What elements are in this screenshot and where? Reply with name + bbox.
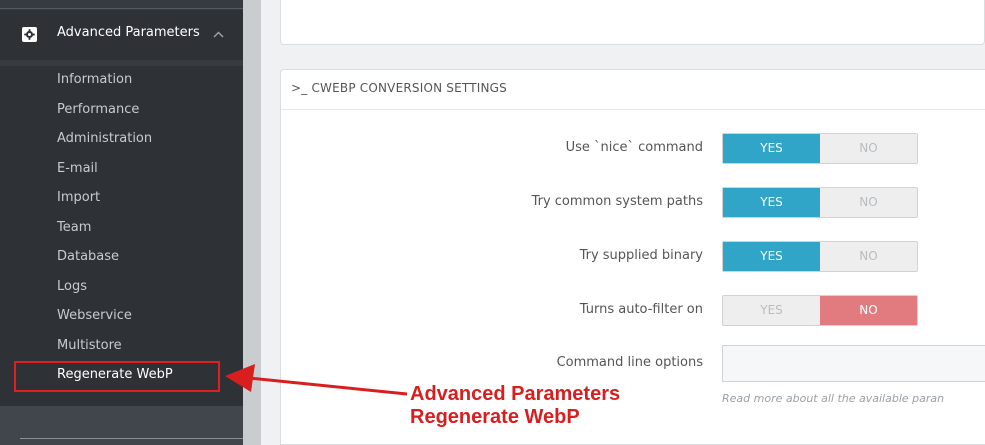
sidebar-item-e-mail[interactable]: E-mail bbox=[57, 161, 98, 176]
auto-filter-yes-option[interactable]: YES bbox=[723, 296, 820, 325]
panel-title: >_ CWEBP CONVERSION SETTINGS bbox=[291, 81, 507, 95]
chevron-up-icon[interactable] bbox=[213, 31, 224, 38]
field-label-supplied-binary: Try supplied binary bbox=[579, 248, 703, 263]
sidebar-item-database[interactable]: Database bbox=[57, 249, 119, 264]
sidebar-section-title: Advanced Parameters bbox=[57, 25, 200, 40]
gear-icon bbox=[22, 27, 37, 42]
common-paths-yes-option[interactable]: YES bbox=[723, 188, 820, 217]
auto-filter-no-option[interactable]: NO bbox=[820, 296, 917, 325]
command-line-help-text: Read more about all the available paran bbox=[722, 392, 945, 405]
field-label-common-paths: Try common system paths bbox=[531, 194, 703, 209]
sidebar-item-multistore[interactable]: Multistore bbox=[57, 338, 122, 353]
panel-heading: >_ CWEBP CONVERSION SETTINGS bbox=[281, 70, 985, 110]
common-paths-toggle[interactable]: YES NO bbox=[722, 187, 918, 218]
supplied-binary-yes-option[interactable]: YES bbox=[723, 242, 820, 271]
sidebar-item-webservice[interactable]: Webservice bbox=[57, 308, 132, 323]
sidebar-item-logs[interactable]: Logs bbox=[57, 279, 87, 294]
supplied-binary-toggle[interactable]: YES NO bbox=[722, 241, 918, 272]
sidebar-footer bbox=[0, 406, 243, 445]
sidebar-submenu bbox=[0, 66, 243, 406]
sidebar-section-advanced-parameters[interactable]: Advanced Parameters bbox=[0, 10, 243, 60]
sidebar-item-information[interactable]: Information bbox=[57, 72, 132, 87]
use-nice-no-option[interactable]: NO bbox=[820, 134, 917, 163]
annotation-line-1: Advanced Parameters bbox=[410, 383, 621, 405]
sidebar-item-administration[interactable]: Administration bbox=[57, 131, 152, 146]
use-nice-toggle[interactable]: YES NO bbox=[722, 133, 918, 164]
sidebar-item-performance[interactable]: Performance bbox=[57, 102, 139, 117]
auto-filter-toggle[interactable]: YES NO bbox=[722, 295, 918, 326]
sidebar-item-import[interactable]: Import bbox=[57, 190, 100, 205]
sidebar-footer-divider bbox=[20, 438, 243, 439]
annotation-line-2: Regenerate WebP bbox=[410, 406, 580, 428]
sidebar-item-team[interactable]: Team bbox=[57, 220, 91, 235]
field-label-command-line: Command line options bbox=[556, 355, 703, 370]
supplied-binary-no-option[interactable]: NO bbox=[820, 242, 917, 271]
use-nice-yes-option[interactable]: YES bbox=[723, 134, 820, 163]
sidebar-item-regenerate-webp[interactable]: Regenerate WebP bbox=[57, 367, 173, 382]
sidebar-divider bbox=[0, 8, 243, 9]
field-label-auto-filter: Turns auto-filter on bbox=[579, 302, 703, 317]
top-panel bbox=[280, 0, 985, 45]
annotation-arrow bbox=[225, 364, 408, 396]
field-label-use-nice: Use `nice` command bbox=[565, 140, 703, 155]
sidebar: Advanced Parameters Information Performa… bbox=[0, 0, 243, 445]
common-paths-no-option[interactable]: NO bbox=[820, 188, 917, 217]
command-line-options-input[interactable] bbox=[722, 345, 985, 382]
